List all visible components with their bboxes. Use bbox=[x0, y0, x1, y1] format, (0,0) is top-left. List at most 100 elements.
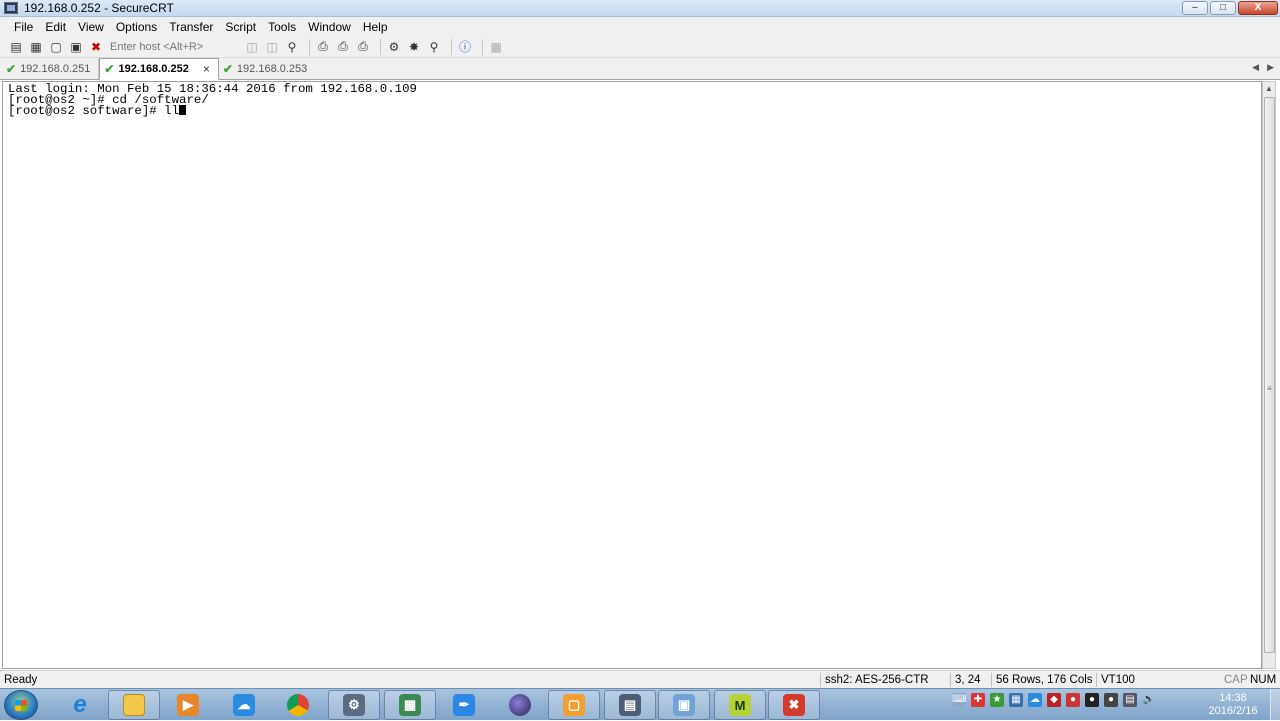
taskbar-clock[interactable]: 14:38 2016/2/16 bbox=[1198, 692, 1268, 718]
print-setup-icon[interactable]: ⎙ bbox=[355, 39, 371, 55]
bug-icon[interactable]: ● bbox=[1066, 693, 1080, 707]
paste-icon[interactable]: ◫ bbox=[264, 39, 280, 55]
qq-icon[interactable]: ● bbox=[1085, 693, 1099, 707]
status-caps-lock: CAP bbox=[1224, 674, 1248, 686]
disconnect-icon[interactable]: ✖ bbox=[88, 39, 104, 55]
taskbar-network-app[interactable]: ▦ bbox=[384, 690, 436, 720]
print-selection-icon[interactable]: ⎙ bbox=[335, 39, 351, 55]
cloud-icon: ☁ bbox=[233, 694, 255, 716]
status-terminal-size: 56 Rows, 176 Cols bbox=[991, 673, 1093, 687]
cloud-sync-icon[interactable]: ☁ bbox=[1028, 693, 1042, 707]
status-num-lock: NUM bbox=[1250, 674, 1277, 686]
taskbar-cloud-app[interactable]: ☁ bbox=[218, 690, 270, 720]
show-desktop-button[interactable] bbox=[1270, 689, 1280, 721]
print-icon[interactable]: ⎙ bbox=[315, 39, 331, 55]
internet-explorer-icon: e bbox=[73, 691, 87, 718]
terminal-scrollbar[interactable]: ▲ ≡ bbox=[1262, 81, 1276, 669]
taskbar-internet-explorer[interactable]: e bbox=[54, 690, 106, 720]
toolbar-separator bbox=[451, 38, 452, 55]
tab-scroll-left-icon[interactable]: ◀ bbox=[1252, 62, 1259, 73]
taskbar-chrome[interactable] bbox=[272, 690, 324, 720]
maximize-button[interactable]: □ bbox=[1210, 1, 1236, 15]
status-emulation: VT100 bbox=[1096, 673, 1135, 687]
antivirus-icon[interactable]: ✚ bbox=[971, 693, 985, 707]
clock-date: 2016/2/16 bbox=[1208, 705, 1258, 717]
taskbar-remote-desktop[interactable]: ▣ bbox=[658, 690, 710, 720]
feather-icon: ✒ bbox=[453, 694, 475, 716]
taskbar-securecrt[interactable]: ▤ bbox=[604, 690, 656, 720]
terminal-app-icon: ⚙ bbox=[343, 694, 365, 716]
chrome-icon bbox=[287, 694, 309, 716]
menu-edit[interactable]: Edit bbox=[39, 20, 72, 34]
status-encryption: ssh2: AES-256-CTR bbox=[820, 673, 929, 687]
scrollbar-grip-icon: ≡ bbox=[1267, 384, 1272, 393]
m-app-icon: M bbox=[729, 694, 751, 716]
taskbar-m-app[interactable]: M bbox=[714, 690, 766, 720]
status-bar: Ready ssh2: AES-256-CTR 3, 24 56 Rows, 1… bbox=[0, 670, 1280, 688]
minimize-button[interactable]: – bbox=[1182, 1, 1208, 15]
session-tabs: ✔ 192.168.0.251 ✔ 192.168.0.252 × ✔ 192.… bbox=[0, 58, 1280, 80]
toolbar-separator bbox=[380, 38, 381, 55]
copy-icon[interactable]: ◫ bbox=[244, 39, 260, 55]
securecrt-app-icon[interactable] bbox=[4, 2, 18, 14]
reconnect-icon[interactable]: ▣ bbox=[68, 39, 84, 55]
menu-transfer[interactable]: Transfer bbox=[163, 20, 219, 34]
taskbar-red-app[interactable]: ✖ bbox=[768, 690, 820, 720]
menu-script[interactable]: Script bbox=[219, 20, 262, 34]
terminal-area[interactable]: Last login: Mon Feb 15 18:36:44 2016 fro… bbox=[2, 81, 1262, 669]
window-title: 192.168.0.252 - SecureCRT bbox=[24, 1, 174, 15]
taskbar-file-explorer[interactable] bbox=[108, 690, 160, 720]
menu-file[interactable]: File bbox=[8, 20, 39, 34]
toolbar-separator bbox=[309, 38, 310, 55]
scroll-up-arrow-icon[interactable]: ▲ bbox=[1263, 82, 1275, 96]
folder-icon bbox=[123, 694, 145, 716]
windows-taskbar: e ▶ ☁ ⚙ ▦ ✒ ▢ ▤ ▣ M ✖ ⌨ ✚ ★ ▦ ☁ ◆ ● ● ● … bbox=[0, 688, 1280, 721]
keymap-icon[interactable]: ⚲ bbox=[426, 39, 442, 55]
network-status-icon[interactable]: ▤ bbox=[1123, 693, 1137, 707]
session-options-icon[interactable]: ⚙ bbox=[386, 39, 402, 55]
tab-192-168-0-252[interactable]: ✔ 192.168.0.252 × bbox=[99, 58, 219, 80]
windows-flag-icon[interactable]: ▦ bbox=[1009, 693, 1023, 707]
help-icon[interactable]: ⓘ bbox=[457, 39, 473, 55]
taskbar-media-player[interactable]: ▶ bbox=[162, 690, 214, 720]
volume-icon[interactable]: 🔈 bbox=[1142, 693, 1156, 707]
tab-label: 192.168.0.253 bbox=[236, 63, 308, 75]
connect-icon[interactable]: ▤ bbox=[8, 39, 24, 55]
toolbar-separator bbox=[482, 38, 483, 55]
user-icon[interactable]: ● bbox=[1104, 693, 1118, 707]
shield-icon[interactable]: ★ bbox=[990, 693, 1004, 707]
remote-desktop-icon: ▣ bbox=[673, 694, 695, 716]
find-icon[interactable]: ⚲ bbox=[284, 39, 300, 55]
taskbar-feather-app[interactable]: ✒ bbox=[438, 690, 490, 720]
quick-connect-icon[interactable]: ▦ bbox=[28, 39, 44, 55]
red-diamond-icon[interactable]: ◆ bbox=[1047, 693, 1061, 707]
red-app-icon: ✖ bbox=[783, 694, 805, 716]
connected-check-icon: ✔ bbox=[6, 62, 17, 76]
toolbar: ▤ ▦ ▢ ▣ ✖ ◫ ◫ ⚲ ⎙ ⎙ ⎙ ⚙ ✸ ⚲ ⓘ ▦ bbox=[0, 36, 1280, 58]
menu-view[interactable]: View bbox=[72, 20, 110, 34]
system-tray: ⌨ ✚ ★ ▦ ☁ ◆ ● ● ● ▤ 🔈 bbox=[952, 693, 1156, 707]
enter-host-input[interactable] bbox=[108, 38, 238, 55]
tab-192-168-0-253[interactable]: ✔ 192.168.0.253 bbox=[219, 59, 315, 79]
taskbar-securecrt-settings[interactable]: ⚙ bbox=[328, 690, 380, 720]
taskbar-eclipse[interactable] bbox=[494, 690, 546, 720]
taskbar-vm-app[interactable]: ▢ bbox=[548, 690, 600, 720]
sftp-icon[interactable]: ▦ bbox=[488, 39, 504, 55]
keyboard-icon[interactable]: ⌨ bbox=[952, 693, 966, 707]
menu-bar: File Edit View Options Transfer Script T… bbox=[0, 17, 1280, 36]
tab-192-168-0-251[interactable]: ✔ 192.168.0.251 bbox=[2, 59, 100, 79]
connect-in-tab-icon[interactable]: ▢ bbox=[48, 39, 64, 55]
menu-options[interactable]: Options bbox=[110, 20, 163, 34]
scrollbar-thumb[interactable]: ≡ bbox=[1264, 97, 1275, 653]
start-button[interactable] bbox=[4, 690, 38, 720]
tab-scroll-right-icon[interactable]: ▶ bbox=[1267, 62, 1274, 73]
menu-window[interactable]: Window bbox=[302, 20, 357, 34]
global-options-icon[interactable]: ✸ bbox=[406, 39, 422, 55]
menu-tools[interactable]: Tools bbox=[262, 20, 302, 34]
close-button[interactable]: X bbox=[1238, 1, 1278, 15]
tab-label: 192.168.0.252 bbox=[118, 63, 189, 75]
tab-close-icon[interactable]: × bbox=[203, 62, 210, 76]
clock-time: 14:38 bbox=[1219, 692, 1247, 704]
status-cursor-position: 3, 24 bbox=[950, 673, 981, 687]
menu-help[interactable]: Help bbox=[357, 20, 394, 34]
